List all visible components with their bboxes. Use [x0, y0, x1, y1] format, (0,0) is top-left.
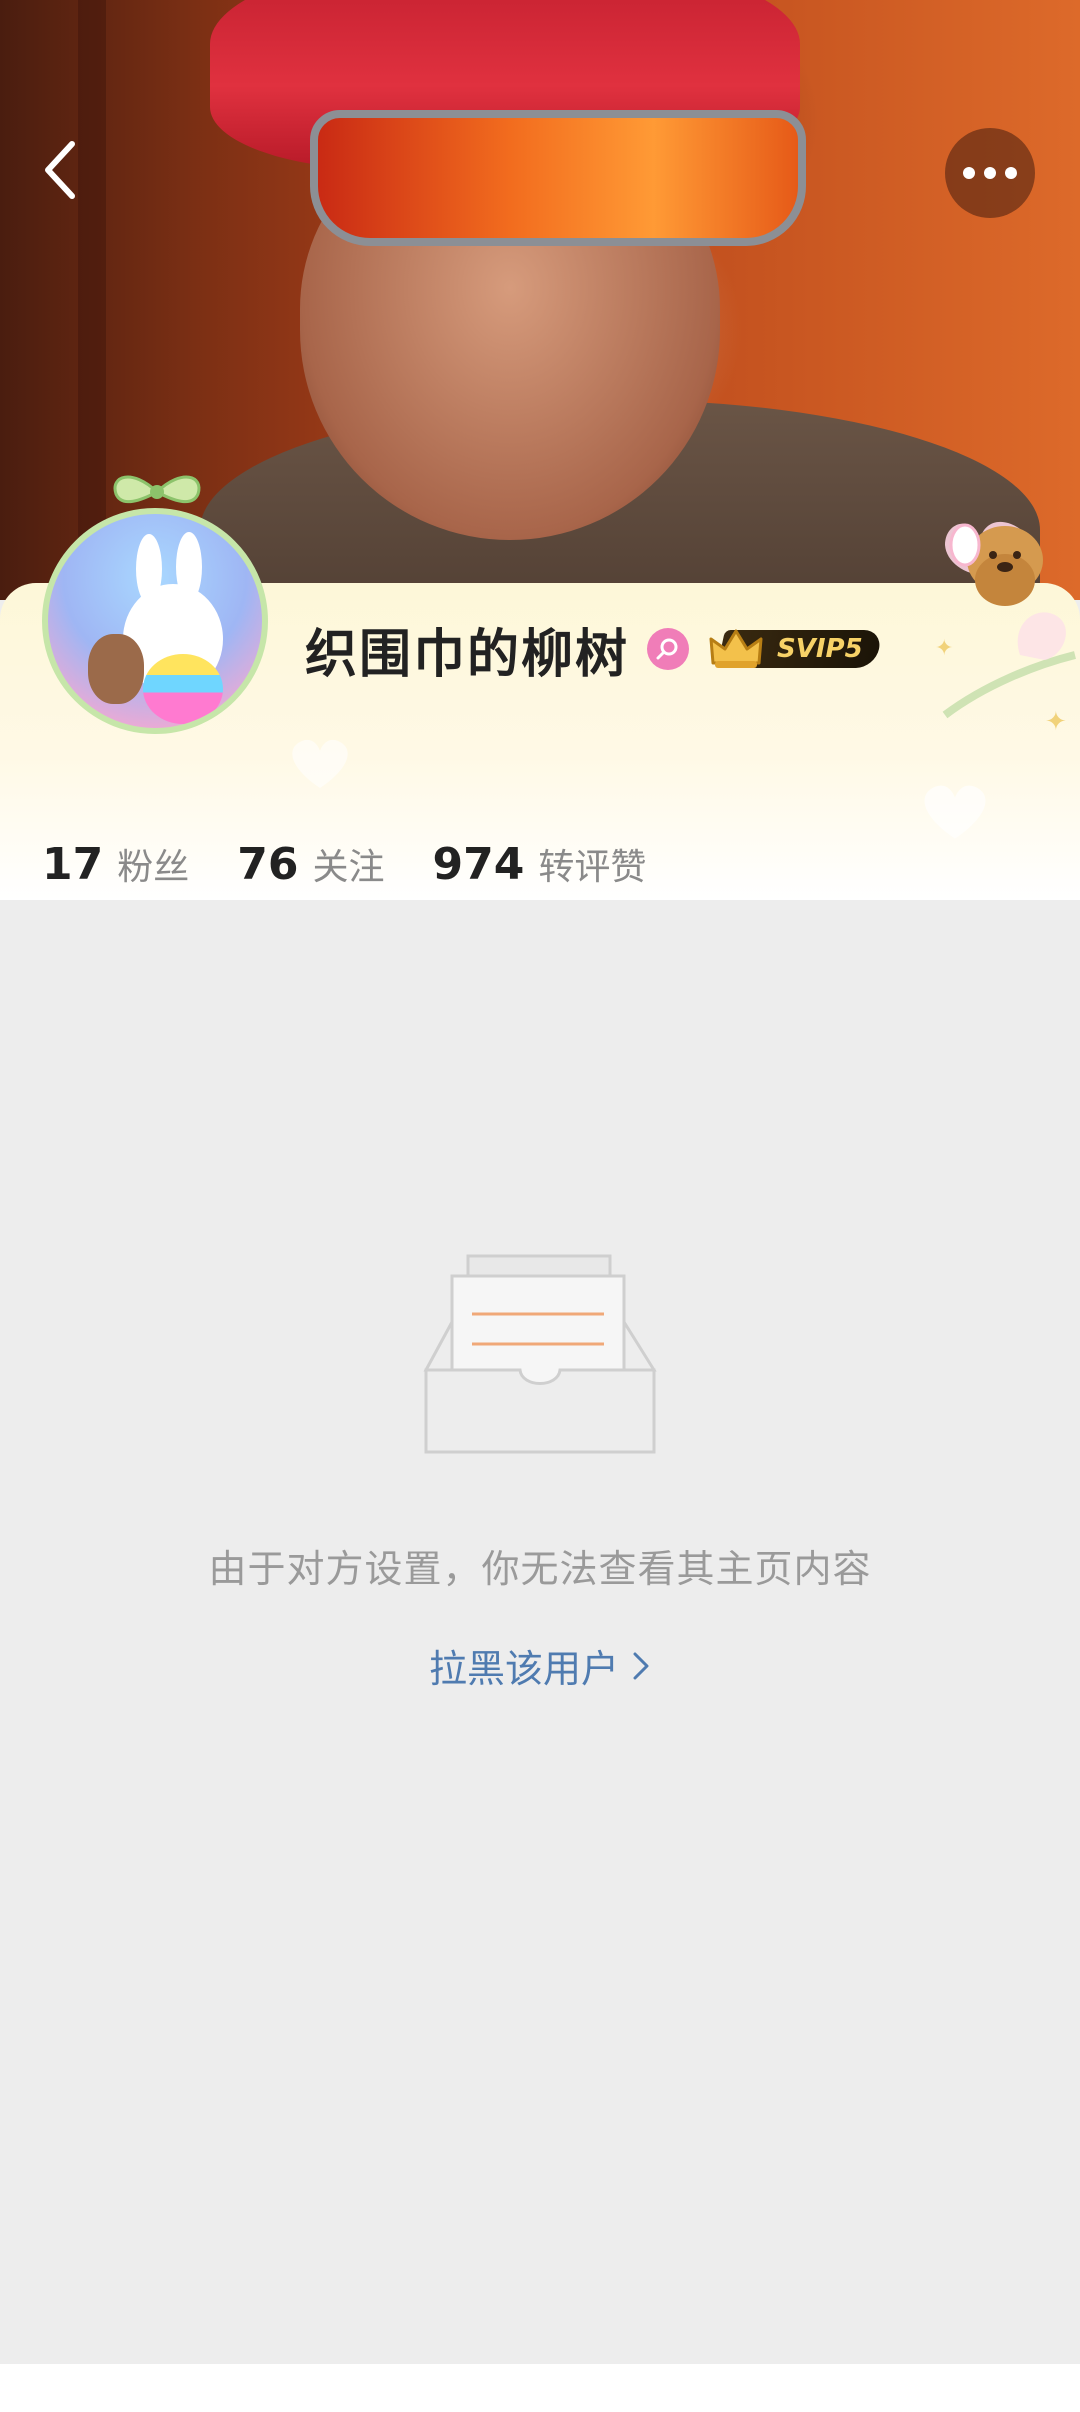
heart-decoration — [924, 785, 986, 839]
more-button[interactable] — [945, 128, 1035, 218]
svg-text:✦: ✦ — [935, 636, 953, 661]
cover-sunglasses — [310, 110, 806, 246]
svg-text:✦: ✦ — [1045, 707, 1067, 737]
svip-badge[interactable]: SVIP5 — [707, 627, 883, 671]
bottom-safe-area — [0, 2364, 1080, 2412]
stat-label: 粉丝 — [117, 847, 190, 888]
user-name: 织围巾的柳树 — [305, 624, 630, 685]
stat-count: 974 — [432, 839, 525, 890]
svip-level-text: SVIP5 — [777, 634, 863, 664]
stat-following[interactable]: 76 关注 — [237, 838, 384, 890]
stat-count: 76 — [237, 839, 299, 890]
chevron-right-icon — [633, 1652, 649, 1679]
avatar — [42, 508, 268, 734]
stat-interactions[interactable]: 974 转评赞 — [433, 838, 647, 890]
stat-count: 17 — [42, 839, 104, 890]
stat-label: 关注 — [312, 847, 385, 888]
crown-icon — [709, 629, 763, 668]
profile-stats: 17 粉丝 76 关注 974 转评赞 — [42, 838, 694, 898]
block-user-link[interactable]: 拉黑该用户 — [0, 1638, 1080, 1693]
stat-label: 转评赞 — [538, 847, 647, 888]
name-row: 织围巾的柳树 SVIP5 — [305, 614, 883, 685]
profile-page: ✦ ✦ 织围巾的柳树 SVIP5 17 粉丝 76 关注 974 转评赞 由于对… — [0, 0, 1080, 2412]
female-icon — [647, 628, 690, 670]
back-button[interactable] — [30, 140, 90, 200]
bear-illustration — [88, 634, 144, 704]
easter-egg-illustration — [143, 654, 223, 724]
block-user-label: 拉黑该用户 — [428, 1647, 619, 1691]
card-decoration: ✦ ✦ — [925, 485, 1080, 745]
empty-tray-icon — [423, 1254, 657, 1454]
empty-state-message: 由于对方设置，你无法查看其主页内容 — [208, 1547, 872, 1591]
stat-followers[interactable]: 17 粉丝 — [42, 838, 189, 890]
more-dots-icon — [963, 167, 1017, 179]
back-arrow-icon — [45, 141, 75, 199]
heart-decoration — [292, 739, 348, 788]
ribbon-bow-icon — [113, 475, 201, 504]
avatar-frame[interactable] — [32, 468, 282, 738]
